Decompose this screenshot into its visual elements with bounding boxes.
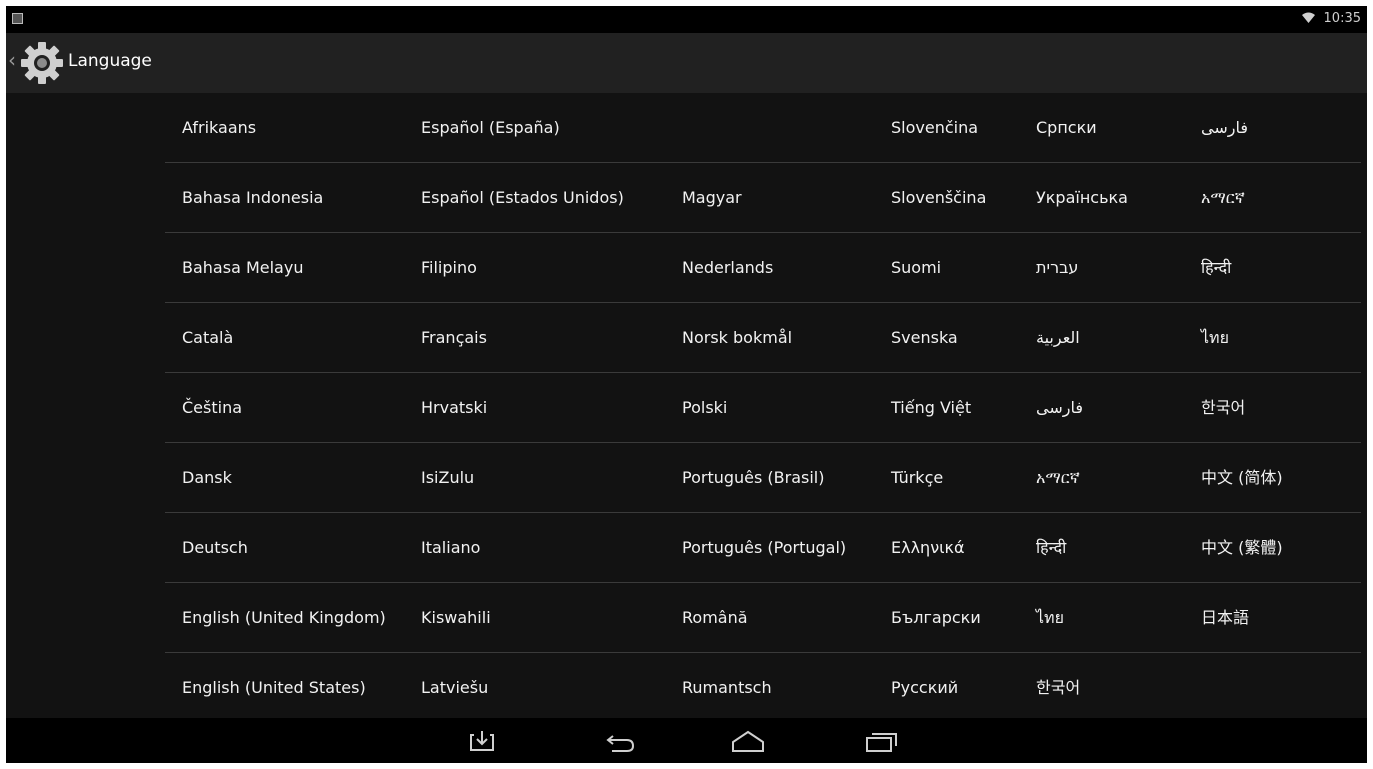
language-option[interactable]: Latviešu	[421, 653, 488, 722]
language-option[interactable]: العربية	[1036, 303, 1080, 372]
language-option[interactable]: Nederlands	[682, 233, 773, 302]
language-option[interactable]: Polski	[682, 373, 727, 442]
language-option[interactable]: አማርኛ	[1201, 163, 1245, 232]
language-row: Čeština Hrvatski Polski Tiếng Việt فارسی 한국어	[165, 373, 1361, 443]
language-grid: Afrikaans Español (España) Slovenčina Српск…	[165, 93, 1361, 723]
language-option[interactable]: 한국어	[1201, 373, 1245, 442]
language-option[interactable]: Svenska	[891, 303, 958, 372]
language-option[interactable]: Español (España)	[421, 93, 560, 162]
language-option[interactable]: हिन्दी	[1201, 233, 1231, 302]
status-bar: 10:35	[6, 6, 1367, 33]
language-option[interactable]: 中文 (繁體)	[1201, 513, 1283, 582]
language-option[interactable]: Bahasa Indonesia	[182, 163, 323, 232]
language-option[interactable]: IsiZulu	[421, 443, 474, 512]
language-row: Català Français Norsk bokmål Svenska العربية…	[165, 303, 1361, 373]
action-bar[interactable]: ‹ Language	[6, 33, 1367, 93]
language-option[interactable]: Slovenščina	[891, 163, 986, 232]
language-option[interactable]: فارسی	[1036, 373, 1083, 442]
language-option[interactable]: Български	[891, 583, 981, 652]
navigation-bar	[6, 718, 1367, 763]
language-option[interactable]: Deutsch	[182, 513, 248, 582]
language-option[interactable]: 中文 (简体)	[1201, 443, 1283, 512]
language-row: Bahasa Melayu Filipino Nederlands Suomi עברי…	[165, 233, 1361, 303]
language-option[interactable]: Español (Estados Unidos)	[421, 163, 624, 232]
language-option[interactable]: Українська	[1036, 163, 1128, 232]
language-option[interactable]: Русский	[891, 653, 958, 722]
language-option[interactable]: ไทย	[1036, 583, 1064, 652]
language-option[interactable]: Afrikaans	[182, 93, 256, 162]
notification-icon	[12, 13, 23, 24]
language-option[interactable]: Norsk bokmål	[682, 303, 792, 372]
language-row: Dansk IsiZulu Português (Brasil) Türkçe አማርኛ…	[165, 443, 1361, 513]
language-option[interactable]: Kiswahili	[421, 583, 491, 652]
language-option[interactable]: Português (Portugal)	[682, 513, 846, 582]
language-option[interactable]: Suomi	[891, 233, 941, 302]
language-option[interactable]: Italiano	[421, 513, 480, 582]
back-caret-icon[interactable]: ‹	[8, 50, 16, 70]
language-row: Deutsch Italiano Português (Portugal) Ελλην…	[165, 513, 1361, 583]
android-screen: 10:35 ‹ Language Afrikaans Español (Espa…	[6, 6, 1367, 763]
wifi-icon	[1302, 12, 1315, 26]
language-option[interactable]: Română	[682, 583, 748, 652]
language-option[interactable]: Français	[421, 303, 487, 372]
language-row: Bahasa Indonesia Español (Estados Unidos)…	[165, 163, 1361, 233]
clock: 10:35	[1323, 11, 1361, 26]
language-option[interactable]: Slovenčina	[891, 93, 978, 162]
language-option[interactable]: Türkçe	[891, 443, 943, 512]
language-option[interactable]: हिन्दी	[1036, 513, 1066, 582]
language-option[interactable]: فارسی	[1201, 93, 1248, 162]
download-icon[interactable]	[462, 726, 502, 756]
language-option[interactable]: עברית	[1036, 233, 1078, 302]
recent-apps-icon[interactable]	[861, 726, 901, 756]
page-title: Language	[68, 51, 152, 71]
language-option[interactable]: 日本語	[1201, 583, 1249, 652]
language-option[interactable]: Čeština	[182, 373, 242, 442]
language-option[interactable]: Hrvatski	[421, 373, 487, 442]
language-option[interactable]: Ελληνικά	[891, 513, 965, 582]
language-option[interactable]: Català	[182, 303, 233, 372]
language-option[interactable]: Magyar	[682, 163, 742, 232]
language-option[interactable]: Српски	[1036, 93, 1097, 162]
language-option[interactable]: ไทย	[1201, 303, 1229, 372]
language-option[interactable]: 한국어	[1036, 653, 1080, 722]
language-option[interactable]: English (United States)	[182, 653, 366, 722]
language-option[interactable]: አማርኛ	[1036, 443, 1080, 512]
back-icon[interactable]	[600, 726, 640, 756]
language-row: Afrikaans Español (España) Slovenčina Српск…	[165, 93, 1361, 163]
gear-icon[interactable]	[19, 40, 65, 86]
language-option[interactable]: Rumantsch	[682, 653, 772, 722]
language-option[interactable]: Tiếng Việt	[891, 373, 971, 442]
language-option[interactable]: English (United Kingdom)	[182, 583, 386, 652]
language-option[interactable]: Português (Brasil)	[682, 443, 825, 512]
language-option[interactable]: Dansk	[182, 443, 232, 512]
language-option[interactable]: Bahasa Melayu	[182, 233, 303, 302]
language-option[interactable]: Filipino	[421, 233, 477, 302]
language-row: English (United Kingdom) Kiswahili Română Б…	[165, 583, 1361, 653]
home-icon[interactable]	[728, 726, 768, 756]
language-row: English (United States) Latviešu Rumantsch…	[165, 653, 1361, 723]
